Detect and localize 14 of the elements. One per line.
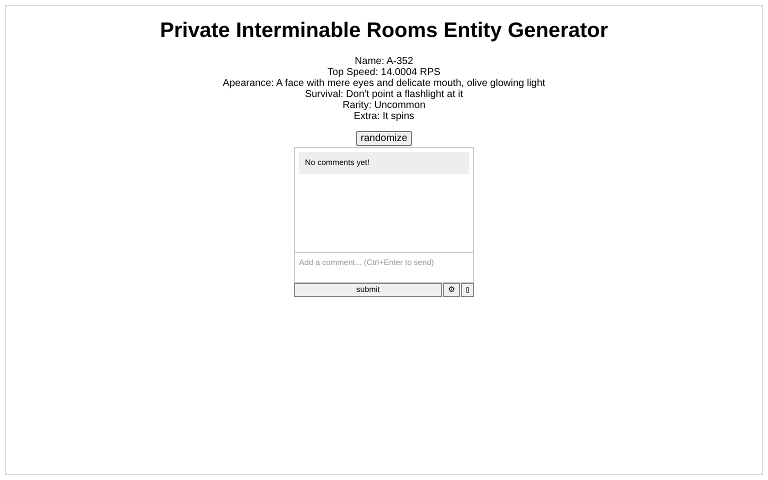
comment-field[interactable]: Add a comment... (Ctrl+Enter to send) [295, 252, 473, 282]
rectangle-icon [466, 287, 469, 293]
entity-detail: Name: A-352 [354, 56, 414, 67]
empty-comments-message: No comments yet! [299, 152, 469, 174]
entity-detail: Extra: It spins [354, 111, 414, 122]
submit-button[interactable]: submit [294, 283, 442, 297]
entity-detail: Top Speed: 14.0004 RPS [328, 67, 440, 78]
entity-detail: Apearance: A face with mere eyes and delicate mouth, olive glowing light [222, 78, 546, 89]
settings-button[interactable]: ⚙ [443, 283, 460, 297]
toggle-button[interactable] [461, 283, 474, 297]
entity-detail: Survival: Don't point a flashlight at it [304, 89, 464, 100]
randomize-button[interactable]: randomize [356, 131, 412, 146]
page-title: Private Interminable Rooms Entity Generator [160, 18, 608, 44]
entity-detail: Rarity: Uncommon [342, 100, 426, 111]
